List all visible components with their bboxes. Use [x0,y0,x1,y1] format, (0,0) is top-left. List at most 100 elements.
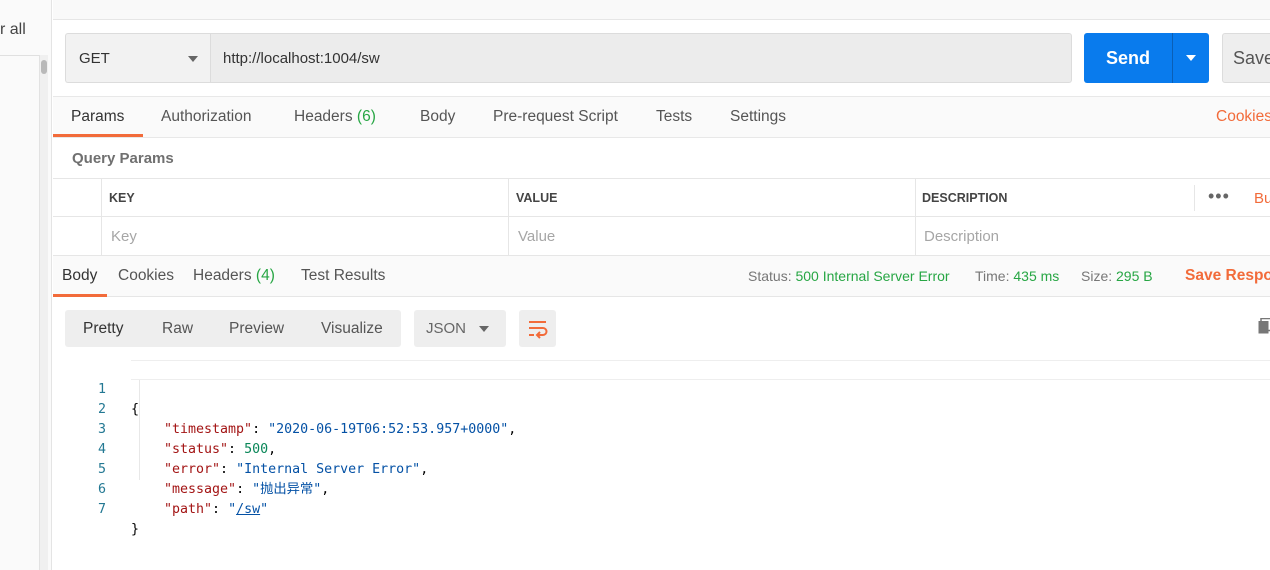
column-divider [915,179,916,255]
tab-headers-count: (6) [356,108,376,125]
chevron-down-icon [188,56,198,62]
view-pretty[interactable]: Pretty [83,320,123,338]
indent-guide [139,380,140,480]
active-tab-indicator [53,134,143,137]
column-divider [508,179,509,255]
wrap-lines-button[interactable] [519,310,556,347]
request-tab-strip [53,0,1270,20]
url-input[interactable]: http://localhost:1004/sw [210,33,1072,83]
response-tab-headers-count: (4) [255,267,275,284]
response-body-editor[interactable]: 1 { 2 "timestamp": "2020-06-19T06:52:53.… [53,360,1270,570]
request-tabs: Params Authorization Headers (6) Body Pr… [53,96,1270,138]
json-string-quote: " [228,502,237,517]
wrap-lines-icon [529,321,548,339]
key-input[interactable]: Key [111,228,137,245]
json-key: "message" [164,482,237,497]
collections-sidebar: r all [0,0,52,570]
tab-tests[interactable]: Tests [656,108,692,126]
method-value: GET [79,50,110,67]
response-tab-test-results[interactable]: Test Results [301,267,385,285]
chevron-down-icon [479,326,489,332]
tab-settings[interactable]: Settings [730,108,786,126]
tab-authorization[interactable]: Authorization [161,108,251,126]
response-tab-headers[interactable]: Headers (4) [193,267,275,285]
tab-body[interactable]: Body [420,108,455,126]
response-tab-headers-label: Headers [193,267,252,284]
response-tab-body[interactable]: Body [62,267,97,285]
sidebar-partial-label[interactable]: r all [0,21,26,39]
active-tab-indicator [53,294,107,297]
code-text: { [131,402,140,417]
code-text: "timestamp": "2020-06-19T06:52:53.957+00… [164,422,517,437]
json-key: "path" [164,502,213,517]
description-input[interactable]: Description [924,228,999,245]
send-button[interactable]: Send [1084,33,1172,83]
time-value: 435 ms [1013,268,1060,284]
view-preview[interactable]: Preview [229,320,284,338]
value-input[interactable]: Value [518,228,555,245]
save-response-button[interactable]: Save Respor [1185,267,1270,285]
json-string: "2020-06-19T06:52:53.957+0000" [268,422,509,437]
sidebar-scrollbar[interactable] [39,55,48,570]
send-options-button[interactable] [1172,33,1209,83]
code-line: 3 "status": 500, [53,400,276,457]
column-divider [1194,185,1195,211]
json-key: "timestamp" [164,422,253,437]
current-line-highlight [131,360,1270,380]
code-text: } [131,522,140,537]
json-string: "抛出异常" [252,482,322,497]
code-text: "error": "Internal Server Error", [164,462,429,477]
json-string-quote: " [260,502,269,517]
code-line: 6 "path": "/sw" [53,460,268,517]
json-string: "Internal Server Error" [236,462,421,477]
format-value: JSON [426,320,467,337]
status-info: Status: 500 Internal Server Error [748,268,950,284]
column-divider [101,179,102,255]
format-select[interactable]: JSON [414,310,506,347]
url-value: http://localhost:1004/sw [223,50,380,67]
bulk-edit-link[interactable]: Bu [1254,190,1270,207]
method-select[interactable]: GET [65,33,210,83]
size-label: Size: [1081,268,1113,284]
status-label: Status: [748,268,792,284]
tab-headers-label: Headers [294,108,353,125]
tab-pre-request-script[interactable]: Pre-request Script [493,108,618,126]
status-value: 500 Internal Server Error [795,268,950,284]
cookies-link[interactable]: Cookies [1216,108,1270,126]
code-line: 1 { [53,360,139,417]
time-label: Time: [975,268,1010,284]
path-link[interactable]: /sw [236,502,260,517]
sidebar-scroll-thumb[interactable] [41,60,47,74]
query-params-table: KEY VALUE DESCRIPTION ••• Bu Key Value D… [53,178,1270,256]
column-header-key: KEY [109,191,135,205]
view-mode-tabs: Pretty Raw Preview Visualize [65,310,401,347]
code-line: 5 "message": "抛出异常", [53,440,329,497]
copy-icon[interactable] [1258,318,1270,334]
response-tab-cookies[interactable]: Cookies [118,267,174,285]
json-key: "status" [164,442,229,457]
column-header-description: DESCRIPTION [922,191,1008,205]
code-text: "status": 500, [164,442,277,457]
more-options-icon[interactable]: ••• [1208,186,1230,207]
query-params-header-row [53,179,1270,217]
json-number: 500 [244,442,269,457]
code-line: 2 "timestamp": "2020-06-19T06:52:53.957+… [53,380,516,437]
save-button[interactable]: Save [1222,33,1270,83]
column-header-value: VALUE [516,191,558,205]
code-text: "message": "抛出异常", [164,482,330,497]
size-info: Size: 295 B [1081,268,1153,284]
code-text: "path": "/sw" [164,502,269,517]
line-number: 7 [97,502,106,517]
size-value: 295 B [1116,268,1153,284]
code-line: 4 "error": "Internal Server Error", [53,420,428,477]
query-params-title: Query Params [72,150,174,167]
code-line: 7 } [53,480,139,537]
tab-params[interactable]: Params [71,108,124,126]
time-info: Time: 435 ms [975,268,1059,284]
chevron-down-icon [1186,55,1196,61]
sidebar-divider [0,55,40,56]
response-tabs: Body Cookies Headers (4) Test Results St… [53,256,1270,297]
tab-headers[interactable]: Headers (6) [294,108,376,126]
view-visualize[interactable]: Visualize [321,320,383,338]
view-raw[interactable]: Raw [162,320,193,338]
